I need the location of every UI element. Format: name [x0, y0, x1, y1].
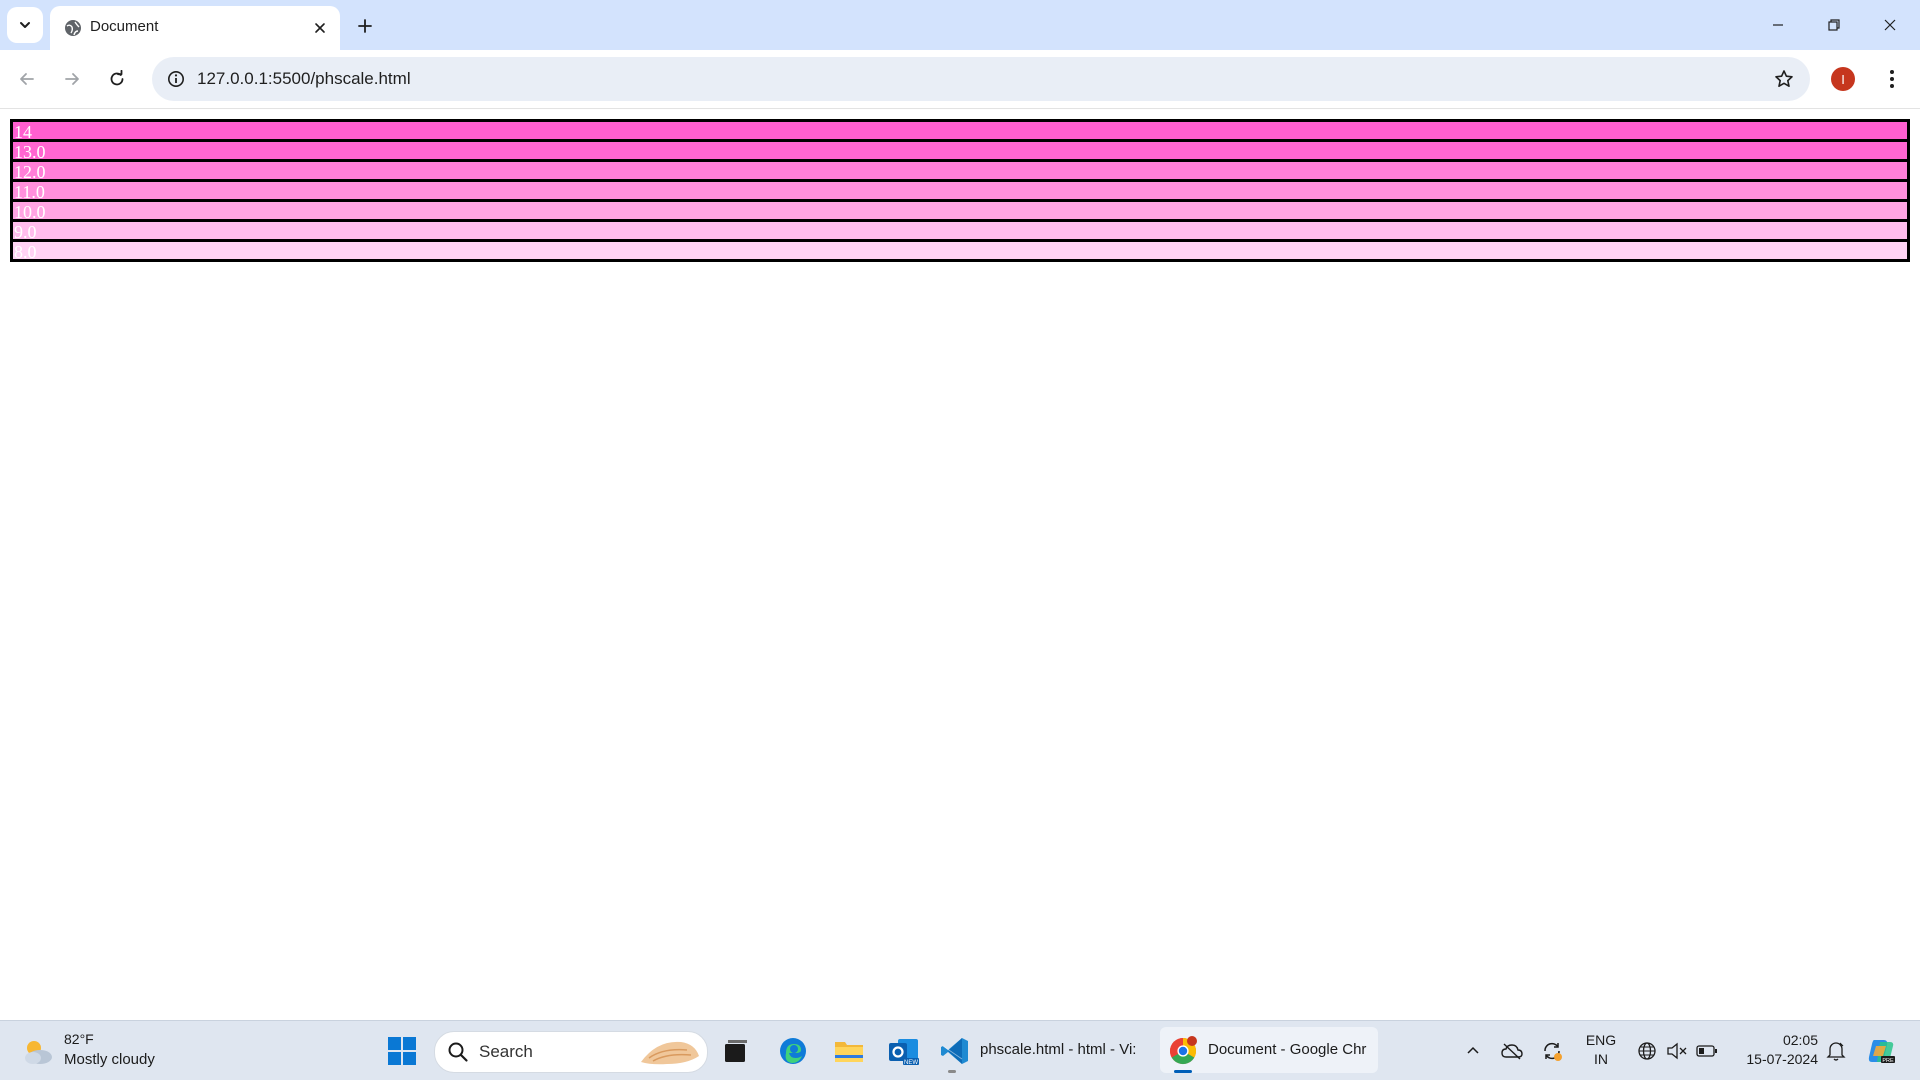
bell-icon	[1826, 1042, 1846, 1061]
page-content: 14 13.0 12.0 11.0 10.0 9.0 8.0	[0, 109, 1920, 1020]
task-view-button[interactable]	[716, 1031, 756, 1071]
outlook-icon: NEW	[889, 1039, 919, 1066]
minimize-icon	[1773, 24, 1783, 26]
copilot-icon: PRE	[1868, 1040, 1895, 1064]
onedrive-tray-button[interactable]	[1500, 1039, 1524, 1063]
restore-icon	[1828, 19, 1840, 31]
reload-button[interactable]	[99, 61, 135, 97]
reload-icon	[110, 70, 124, 86]
sync-tray-button[interactable]	[1540, 1039, 1564, 1063]
volume-muted-icon	[1667, 1042, 1687, 1060]
tab-document[interactable]: Document	[50, 6, 340, 50]
plus-icon	[358, 19, 372, 33]
outlook-app-button[interactable]: NEW	[884, 1031, 924, 1071]
chevron-down-icon	[20, 22, 30, 28]
ph-row: 8.0	[10, 239, 1910, 262]
svg-text:PRE: PRE	[1882, 1058, 1894, 1064]
taskbar: 82°F Mostly cloudy Search NEW phscale.ht…	[0, 1020, 1920, 1080]
weather-widget[interactable]: 82°F Mostly cloudy	[20, 1029, 200, 1073]
tab-search-button[interactable]	[7, 7, 43, 43]
ph-scale: 14 13.0 12.0 11.0 10.0 9.0 8.0	[10, 119, 1910, 262]
search-icon	[448, 1042, 468, 1062]
vscode-taskbar-item[interactable]: phscale.html - html - Vi:	[932, 1027, 1152, 1073]
bookmark-button[interactable]	[1768, 63, 1800, 95]
chrome-taskbar-label: Document - Google Chr	[1208, 1041, 1367, 1058]
svg-text:NEW: NEW	[904, 1060, 918, 1066]
battery-icon	[1696, 1045, 1717, 1057]
browser-window: Document 127.0.0.1:5500/phscale.html I 1…	[0, 0, 1920, 1080]
close-icon	[315, 23, 325, 33]
vscode-taskbar-label: phscale.html - html - Vi:	[980, 1041, 1137, 1058]
browser-toolbar: 127.0.0.1:5500/phscale.html I	[0, 50, 1920, 109]
taskbar-search[interactable]: Search	[434, 1031, 708, 1073]
volume-tray-button[interactable]	[1665, 1039, 1689, 1063]
tab-title: Document	[90, 18, 159, 35]
tab-close-button[interactable]	[310, 18, 330, 38]
search-highlight-icon	[641, 1041, 699, 1065]
weather-temperature: 82°F	[64, 1031, 94, 1047]
search-placeholder: Search	[479, 1042, 533, 1061]
partly-cloudy-icon	[25, 1041, 52, 1064]
edge-icon	[780, 1038, 806, 1064]
tab-strip: Document	[0, 0, 1920, 50]
start-button[interactable]	[382, 1031, 422, 1071]
site-info-button[interactable]	[160, 63, 192, 95]
vscode-icon	[941, 1038, 968, 1064]
clock-date: 15-07-2024	[1746, 1051, 1818, 1067]
copilot-button[interactable]: PRE	[1866, 1036, 1896, 1066]
arrow-left-icon	[20, 73, 34, 85]
network-tray-button[interactable]	[1635, 1039, 1659, 1063]
chevron-up-icon	[1467, 1046, 1479, 1054]
url-text[interactable]: 127.0.0.1:5500/phscale.html	[197, 69, 411, 89]
show-hidden-icons-button[interactable]	[1461, 1039, 1485, 1063]
address-bar[interactable]: 127.0.0.1:5500/phscale.html	[152, 57, 1810, 101]
cloud-off-icon	[1501, 1043, 1523, 1060]
back-button[interactable]	[9, 61, 45, 97]
folder-icon	[835, 1042, 863, 1062]
ph-row-label: 8.0	[14, 242, 37, 262]
arrow-right-icon	[65, 73, 79, 85]
new-tab-button[interactable]	[350, 11, 380, 41]
edge-app-button[interactable]	[773, 1031, 813, 1071]
language-code: ENG	[1585, 1032, 1617, 1048]
clock-time: 02:05	[1782, 1032, 1818, 1048]
file-explorer-button[interactable]	[829, 1031, 869, 1071]
browser-menu-button[interactable]	[1876, 63, 1908, 95]
close-window-button[interactable]	[1862, 0, 1918, 50]
forward-button[interactable]	[54, 61, 90, 97]
minimize-button[interactable]	[1750, 0, 1806, 50]
globe-icon	[65, 20, 81, 36]
chrome-icon	[1169, 1036, 1197, 1065]
open-indicator	[948, 1070, 956, 1073]
windows-logo-icon	[388, 1037, 416, 1065]
notifications-button[interactable]	[1824, 1039, 1848, 1063]
profile-avatar[interactable]: I	[1831, 67, 1855, 91]
system-clock[interactable]: 02:05 15-07-2024	[1732, 1031, 1818, 1069]
more-vertical-icon	[1890, 70, 1894, 88]
close-icon	[1884, 19, 1896, 31]
globe-icon	[1638, 1042, 1656, 1060]
info-icon	[168, 71, 184, 87]
weather-description: Mostly cloudy	[64, 1051, 155, 1068]
restore-button[interactable]	[1806, 0, 1862, 50]
sync-icon	[1544, 1042, 1562, 1061]
battery-tray-button[interactable]	[1695, 1039, 1719, 1063]
star-icon	[1775, 70, 1793, 87]
chrome-taskbar-item[interactable]: Document - Google Chr	[1160, 1027, 1378, 1073]
language-indicator[interactable]: ENG IN	[1584, 1031, 1618, 1069]
task-view-icon	[725, 1040, 747, 1062]
active-indicator	[1174, 1070, 1192, 1073]
region-code: IN	[1594, 1051, 1608, 1067]
